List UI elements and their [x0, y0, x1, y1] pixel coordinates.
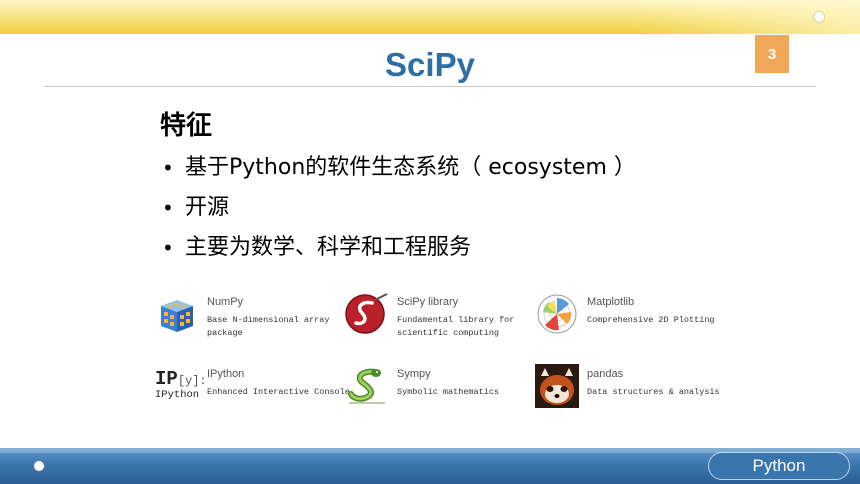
scipy-logo-icon — [345, 293, 388, 334]
ipython-logo-icon: IP[y]: IPython — [155, 364, 207, 408]
matplotlib-logo-icon — [537, 294, 577, 334]
section-heading: 特征 — [160, 111, 213, 141]
library-name: NumPy — [207, 296, 244, 308]
top-banner-highlight — [630, 0, 860, 34]
numpy-cube-icon — [161, 300, 193, 332]
library-description: Comprehensive 2D Plotting — [587, 315, 715, 325]
library-numpy: NumPy Base N-dimensional array package — [155, 292, 345, 340]
slide-title: SciPy — [385, 46, 475, 83]
library-scipy: SciPy library Fundamental library for sc… — [345, 292, 535, 340]
ipython-logo-sub: IPython — [155, 389, 200, 401]
ipython-logo-main: IP — [155, 368, 178, 390]
library-name: SciPy library — [397, 296, 459, 308]
library-description: Enhanced Interactive Console — [207, 387, 350, 397]
ipython-logo-bracket: [y]: — [177, 374, 207, 388]
library-ipython: IP[y]: IPython IPython Enhanced Interact… — [155, 364, 350, 412]
feature-item-open-source: 开源 — [160, 192, 636, 232]
feature-list: 基于Python的软件生态系统（ ecosystem ） 开源 主要为数学、科学… — [160, 152, 636, 272]
title-divider — [44, 86, 816, 87]
library-description: Base N-dimensional array package — [207, 315, 330, 338]
library-pandas: pandas Data structures & analysis — [535, 364, 725, 412]
feature-item-purpose: 主要为数学、科学和工程服务 — [160, 232, 636, 272]
library-matplotlib: Matplotlib Comprehensive 2D Plotting — [535, 292, 725, 340]
bottom-dot-decoration — [34, 461, 44, 471]
feature-item-ecosystem: 基于Python的软件生态系统（ ecosystem ） — [160, 152, 636, 192]
top-dot-decoration — [814, 12, 824, 22]
library-description: Fundamental library for scientific compu… — [397, 315, 515, 338]
library-name: Matplotlib — [587, 296, 635, 308]
python-footer-label: Python — [708, 452, 850, 480]
library-sympy: Sympy Symbolic mathematics — [345, 364, 535, 412]
library-description: Symbolic mathematics — [397, 387, 500, 397]
library-name: pandas — [587, 368, 624, 380]
library-name: IPython — [207, 368, 245, 380]
library-name: Sympy — [397, 368, 431, 380]
sympy-snake-icon — [348, 368, 385, 404]
library-description: Data structures & analysis — [587, 387, 720, 397]
red-panda-icon — [535, 364, 579, 408]
